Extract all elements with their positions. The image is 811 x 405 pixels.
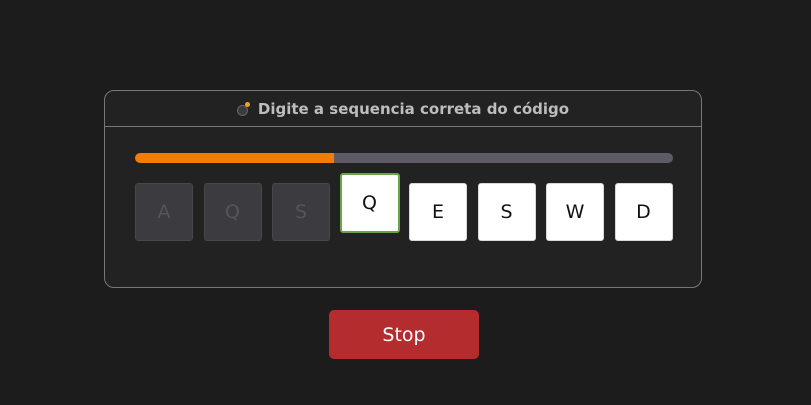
key-label: E xyxy=(431,201,444,223)
key-tile-1: A xyxy=(135,183,193,241)
progress-fill xyxy=(135,153,335,163)
key-tile-5: E xyxy=(409,183,467,241)
key-label: S xyxy=(500,201,513,223)
key-label: A xyxy=(157,201,171,223)
key-tile-3: S xyxy=(272,183,330,241)
key-label: S xyxy=(294,201,308,223)
key-tile-7: W xyxy=(546,183,604,241)
code-sequence-panel: Digite a sequencia correta do código A Q… xyxy=(104,90,702,288)
panel-title: Digite a sequencia correta do código xyxy=(257,99,570,118)
key-tile-6: S xyxy=(477,183,536,241)
panel-header: Digite a sequencia correta do código xyxy=(105,91,701,127)
progress-bar xyxy=(135,153,673,163)
key-tile-8: D xyxy=(614,183,673,241)
stop-button[interactable]: Stop xyxy=(329,310,479,359)
key-sequence: A Q S Q E S W D xyxy=(135,173,675,245)
key-label: W xyxy=(565,201,585,223)
key-label: Q xyxy=(362,192,377,214)
key-tile-2: Q xyxy=(203,183,262,241)
key-label: D xyxy=(636,201,651,223)
bomb-icon xyxy=(236,101,251,116)
key-label: Q xyxy=(225,201,240,223)
key-tile-4: Q xyxy=(339,173,400,233)
